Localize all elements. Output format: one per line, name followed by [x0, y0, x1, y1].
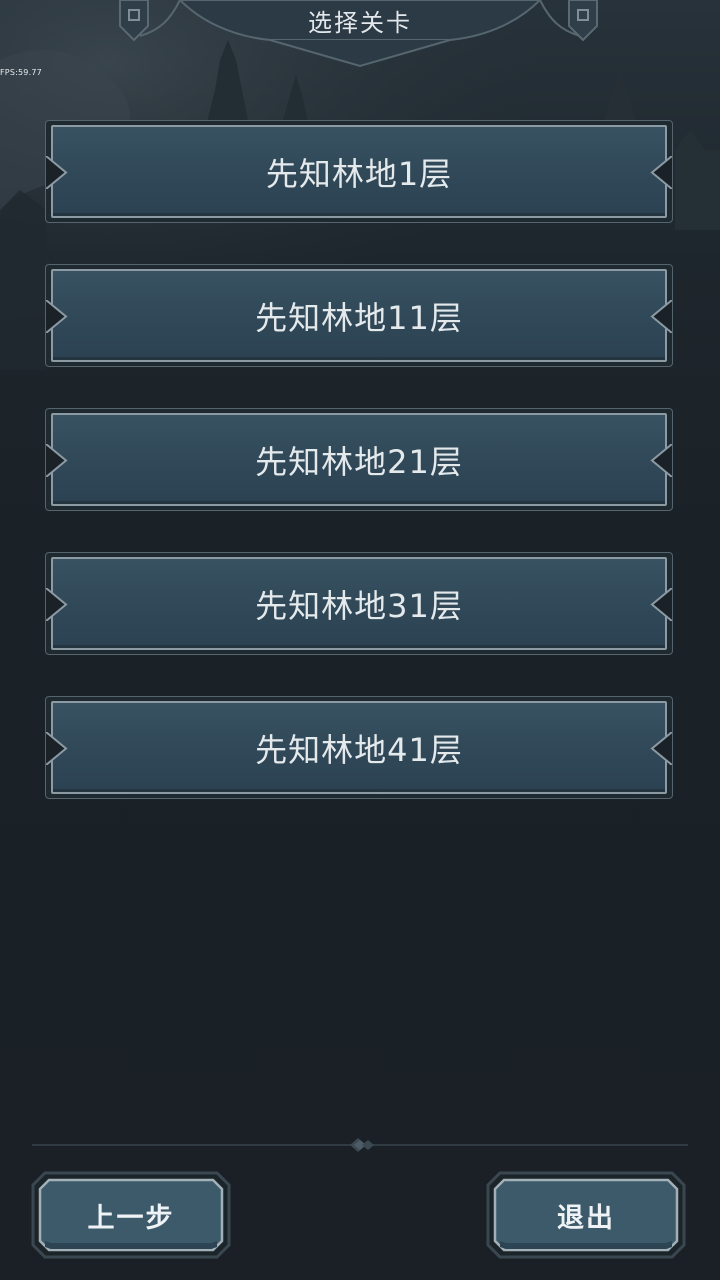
exit-button-label: 退出: [557, 1202, 615, 1234]
level-button-label: 先知林地21层: [255, 442, 463, 481]
level-select-screen: FPS:59.77 选择关卡 先知林地1层 先知林地11层 先知林地21层 先知…: [0, 0, 720, 1280]
footer-divider: [32, 1138, 688, 1152]
exit-button[interactable]: 退出: [486, 1171, 686, 1259]
level-button-41[interactable]: 先知林地41层: [45, 696, 673, 799]
back-button-label: 上一步: [87, 1202, 175, 1234]
level-list: 先知林地1层 先知林地11层 先知林地21层 先知林地31层 先知林地41层: [45, 120, 675, 840]
level-button-label: 先知林地1层: [265, 154, 453, 193]
level-button-label: 先知林地31层: [255, 586, 463, 625]
level-button-1[interactable]: 先知林地1层: [45, 120, 673, 223]
level-button-label: 先知林地11层: [255, 298, 463, 337]
level-button-21[interactable]: 先知林地21层: [45, 408, 673, 511]
back-button[interactable]: 上一步: [31, 1171, 231, 1259]
level-button-label: 先知林地41层: [255, 730, 463, 769]
fps-counter: FPS:59.77: [0, 68, 42, 77]
page-title: 选择关卡: [308, 9, 412, 37]
level-button-31[interactable]: 先知林地31层: [45, 552, 673, 655]
level-button-11[interactable]: 先知林地11层: [45, 264, 673, 367]
